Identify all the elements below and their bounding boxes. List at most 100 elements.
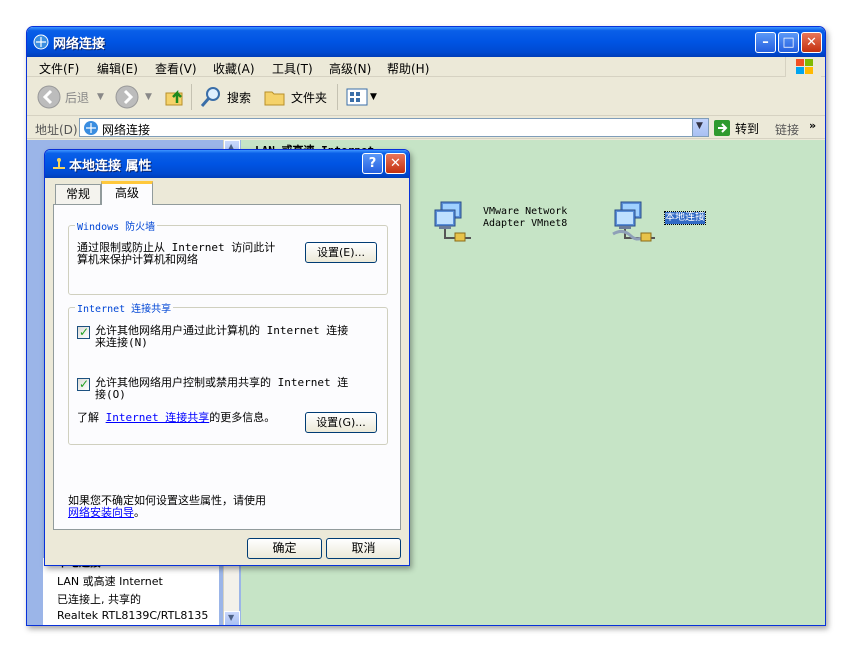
menu-tools[interactable]: 工具(T) (272, 60, 313, 77)
up-folder-button[interactable] (163, 82, 187, 112)
ics-group-title: Internet 连接共享 (75, 300, 174, 315)
firewall-text-line2: 算机来保护计算机和网络 (77, 253, 198, 266)
maximize-button[interactable]: □ (778, 32, 799, 53)
ics-help-link[interactable]: Internet 连接共享 (106, 411, 210, 424)
allow-control-line2[interactable]: 接(O) (95, 389, 126, 401)
window-titlebar[interactable]: 网络连接 – □ ✕ (27, 27, 825, 57)
allow-connect-line2[interactable]: 来连接(N) (95, 337, 148, 349)
advanced-tab-panel: Windows 防火墙 通过限制或防止从 Internet 访问此计 算机来保护… (53, 204, 401, 530)
go-button[interactable]: 转到 (713, 118, 759, 138)
menu-edit[interactable]: 编辑(E) (97, 60, 138, 77)
window-title: 网络连接 (53, 37, 106, 52)
folders-label: 文件夹 (291, 90, 328, 105)
network-plug-icon (53, 158, 65, 169)
back-label: 后退 (65, 90, 90, 105)
firewall-settings-button[interactable]: 设置(E)... (305, 242, 377, 263)
chevron-down-icon: ▼ (696, 121, 703, 131)
cancel-button[interactable]: 取消 (326, 538, 401, 559)
toolbar-separator (337, 84, 338, 110)
search-icon (200, 87, 220, 107)
forward-button[interactable]: ▼ (115, 82, 152, 112)
dialog-close-button[interactable]: ✕ (385, 153, 406, 174)
allow-connect-checkbox[interactable]: ✓ (77, 325, 90, 339)
up-folder-icon (165, 89, 183, 106)
back-button[interactable]: 后退 ▼ (37, 82, 104, 112)
forward-dropdown-icon[interactable]: ▼ (145, 92, 152, 102)
dialog-titlebar[interactable]: 本地连接 属性 ? ✕ (45, 150, 409, 178)
minimize-icon: – (762, 35, 769, 50)
windows-flag-icon (796, 59, 813, 74)
address-input[interactable]: 网络连接 ▼ (79, 118, 709, 137)
checkmark-icon: ✓ (79, 377, 90, 391)
menu-favorites[interactable]: 收藏(A) (213, 60, 255, 77)
network-icon (84, 121, 98, 135)
links-chevron-icon[interactable]: » (809, 119, 816, 132)
address-bar: 地址(D) 网络连接 ▼ 转到 链接 » (27, 117, 825, 139)
learn-prefix: 了解 (77, 411, 106, 424)
footer-link-line: 网络安装向导。 (68, 507, 145, 519)
scroll-down-button[interactable]: ▼ (224, 611, 240, 625)
tab-advanced[interactable]: 高级 (101, 181, 153, 205)
folder-icon (264, 91, 285, 106)
minimize-button[interactable]: – (755, 32, 776, 53)
ics-group: Internet 连接共享 ✓ 允许其他网络用户通过此计算机的 Internet… (68, 300, 388, 445)
ics-settings-button[interactable]: 设置(G)... (305, 412, 377, 433)
forward-arrow-icon (115, 85, 139, 109)
properties-dialog: 本地连接 属性 ? ✕ 常规 高级 Windows 防火墙 通过限制或防止从 I… (44, 149, 410, 566)
vmnet8-label-line2: Adapter VMnet8 (483, 218, 568, 229)
views-icon (346, 88, 368, 106)
network-connection-icon (434, 201, 471, 242)
network-connection-icon (612, 201, 655, 242)
back-arrow-icon (37, 85, 61, 109)
address-label: 地址(D) (35, 123, 78, 137)
close-icon: ✕ (806, 35, 817, 50)
go-arrow-icon (714, 120, 730, 136)
back-dropdown-icon[interactable]: ▼ (97, 92, 104, 102)
network-icon (33, 34, 49, 50)
network-setup-wizard-link[interactable]: 网络安装向导 (68, 506, 134, 519)
help-button[interactable]: ? (362, 153, 383, 174)
vmnet8-label: VMware Network Adapter VMnet8 (483, 206, 567, 230)
help-icon: ? (368, 156, 377, 171)
views-button[interactable]: ▼ (345, 82, 377, 112)
allow-control-line1[interactable]: 允许其他网络用户控制或禁用共享的 Internet 连 (95, 377, 348, 389)
firewall-group: Windows 防火墙 通过限制或防止从 Internet 访问此计 算机来保护… (68, 218, 388, 295)
dialog-title: 本地连接 属性 (69, 159, 152, 174)
vmnet8-label-line1: VMware Network (483, 206, 568, 217)
learn-more-text: 了解 Internet 连接共享的更多信息。 (77, 412, 275, 424)
windows-logo (785, 57, 821, 77)
tab-general[interactable]: 常规 (55, 184, 101, 204)
details-device: Realtek RTL8139C/RTL8135 (57, 609, 209, 622)
firewall-group-title: Windows 防火墙 (75, 218, 158, 233)
footer-end: 。 (134, 506, 145, 519)
search-button[interactable]: 搜索 (199, 82, 251, 112)
address-value: 网络连接 (102, 123, 151, 137)
close-button[interactable]: ✕ (801, 32, 822, 53)
links-label[interactable]: 链接 (775, 121, 799, 138)
menu-advanced[interactable]: 高级(N) (329, 60, 371, 77)
details-type: LAN 或高速 Internet (57, 575, 163, 588)
checkmark-icon: ✓ (79, 325, 90, 339)
menu-help[interactable]: 帮助(H) (387, 60, 429, 77)
details-status: 已连接上, 共享的 (57, 593, 141, 606)
menu-bar: 文件(F) 编辑(E) 查看(V) 收藏(A) 工具(T) 高级(N) 帮助(H… (27, 57, 825, 77)
close-icon: ✕ (390, 156, 401, 171)
address-dropdown-button[interactable]: ▼ (692, 119, 708, 136)
search-label: 搜索 (227, 90, 252, 105)
views-dropdown-icon: ▼ (370, 92, 377, 102)
menu-view[interactable]: 查看(V) (155, 60, 197, 77)
ok-button[interactable]: 确定 (247, 538, 322, 559)
learn-suffix: 的更多信息。 (209, 411, 276, 424)
toolbar-separator (191, 84, 192, 110)
standard-toolbar: 后退 ▼ ▼ 搜索 文件夹 ▼ (27, 78, 825, 116)
details-panel: 本地连接 LAN 或高速 Internet 已连接上, 共享的 Realtek … (43, 556, 219, 625)
chevron-down-icon: ▼ (228, 613, 235, 622)
local-area-label: 本地连接 (664, 211, 706, 225)
folders-button[interactable]: 文件夹 (263, 82, 327, 112)
maximize-icon: □ (782, 35, 795, 50)
menu-file[interactable]: 文件(F) (39, 60, 79, 77)
connection-vmnet8[interactable]: VMware Network Adapter VMnet8 (433, 198, 567, 244)
connection-local-area[interactable]: 本地连接 (611, 198, 706, 244)
allow-control-checkbox[interactable]: ✓ (77, 377, 90, 391)
go-label: 转到 (735, 121, 760, 136)
